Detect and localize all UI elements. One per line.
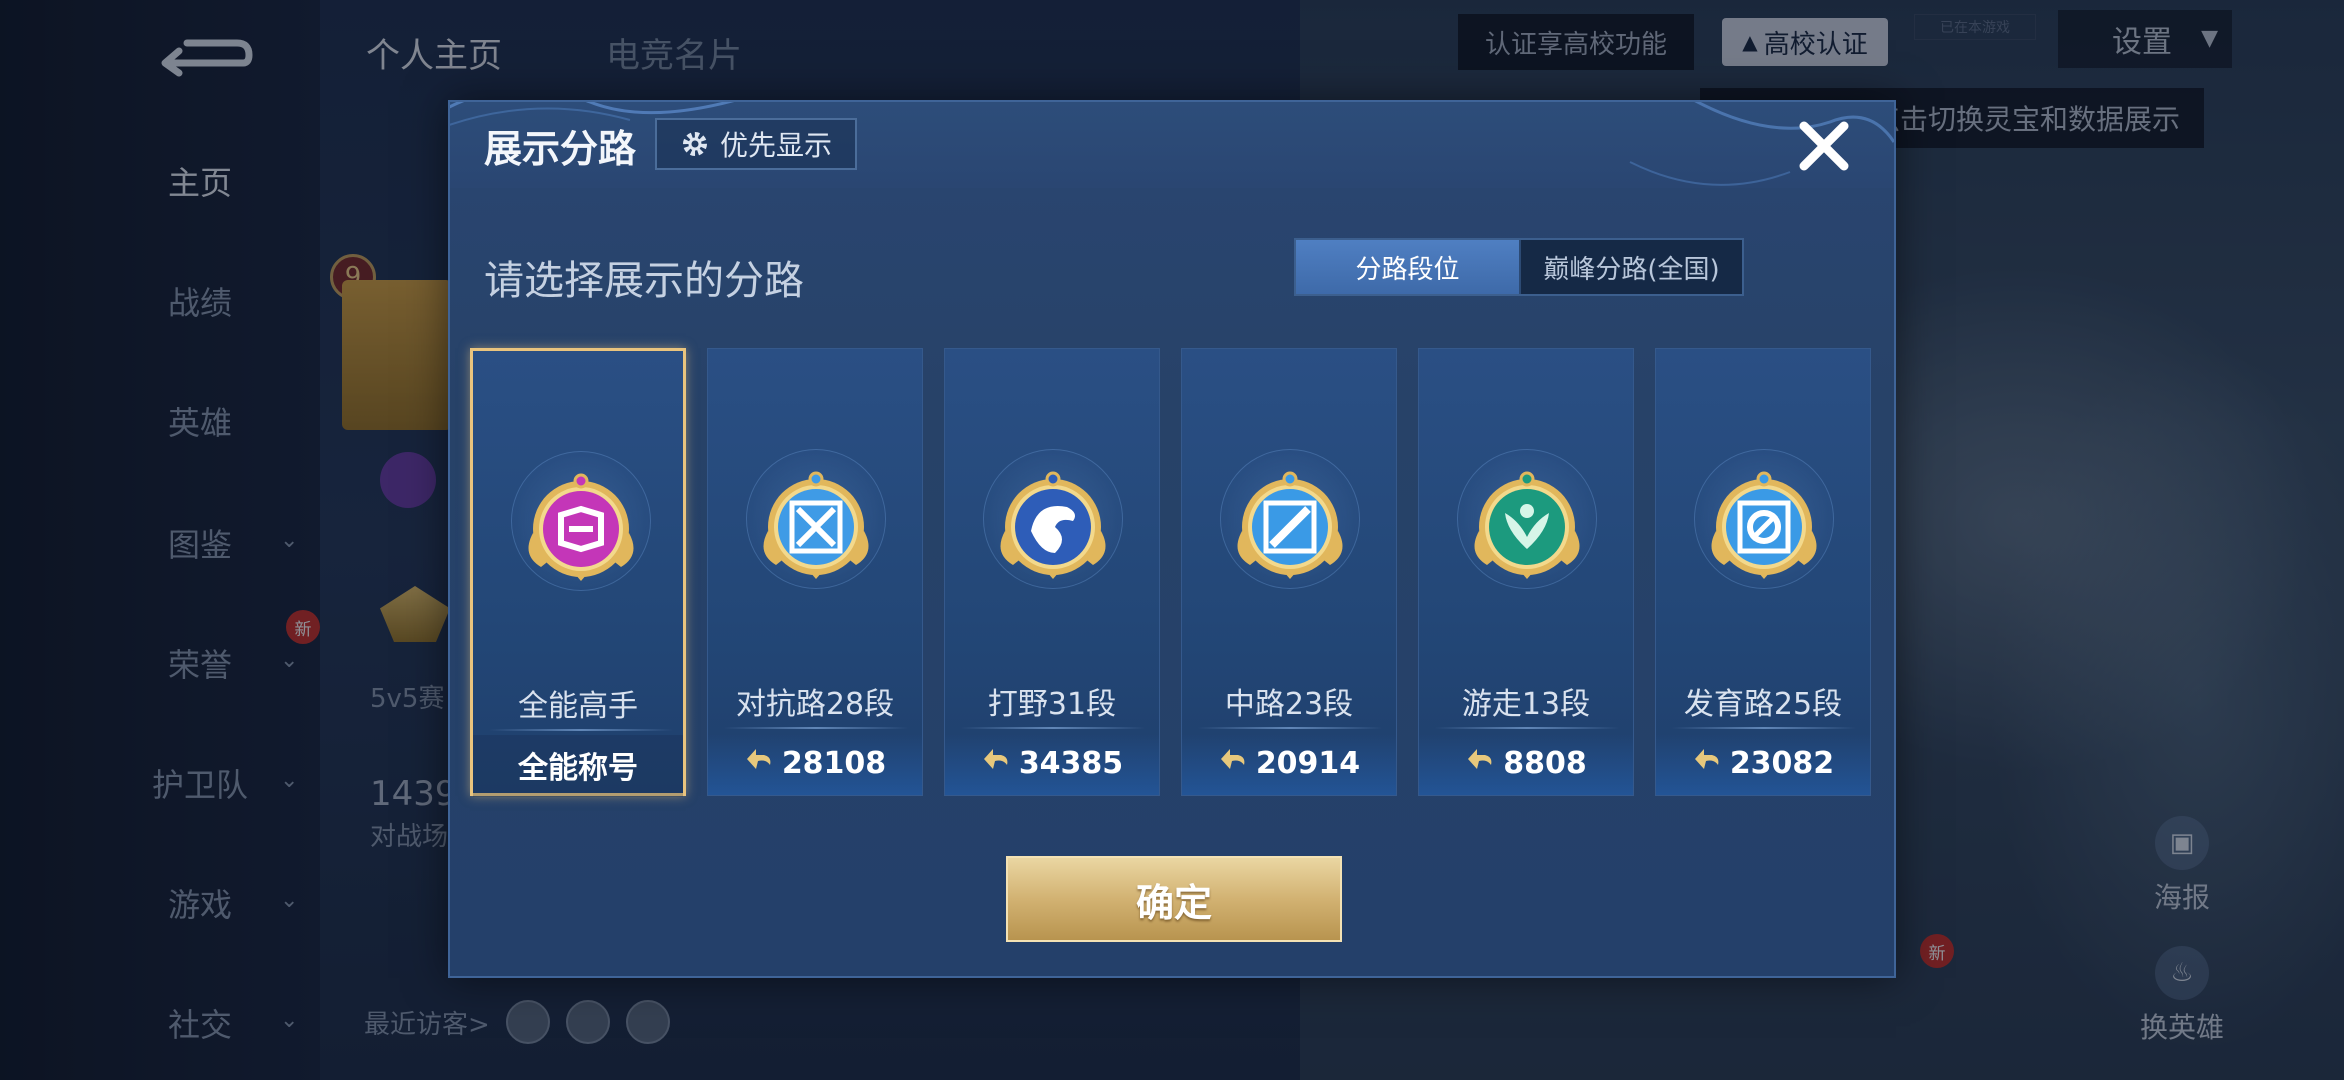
lane-card-value-text: 23082 bbox=[1729, 745, 1835, 781]
lane-card-name: 对抗路28段 bbox=[735, 687, 895, 722]
card-divider bbox=[1672, 727, 1856, 729]
card-divider bbox=[724, 727, 908, 729]
lane-card-value-text: 34385 bbox=[1018, 745, 1124, 781]
rank-score-icon bbox=[981, 745, 1011, 781]
roam-emblem-icon bbox=[1457, 461, 1597, 601]
lane-card-value: 8808 bbox=[1419, 743, 1633, 783]
card-divider bbox=[961, 727, 1145, 729]
mid-lane-emblem-icon bbox=[1220, 461, 1360, 601]
farm-lane-emblem-icon bbox=[1694, 461, 1834, 601]
rank-score-icon bbox=[1465, 745, 1495, 781]
lane-card[interactable]: 中路23段 20914 bbox=[1181, 348, 1397, 796]
lane-card[interactable]: 游走13段 8808 bbox=[1418, 348, 1634, 796]
confirm-button[interactable]: 确定 bbox=[1006, 856, 1342, 942]
jungle-emblem-icon bbox=[983, 461, 1123, 601]
close-icon bbox=[1799, 121, 1849, 171]
lane-view-toggle: 分路段位 巅峰分路(全国) bbox=[1294, 238, 1744, 296]
lane-card-value-text: 20914 bbox=[1255, 745, 1361, 781]
lane-card-name: 中路23段 bbox=[1224, 687, 1354, 722]
modal-subtitle: 请选择展示的分路 bbox=[484, 258, 804, 304]
gear-icon bbox=[682, 132, 707, 156]
tab-peak-lane[interactable]: 巅峰分路(全国) bbox=[1519, 240, 1742, 294]
close-button[interactable] bbox=[1794, 116, 1854, 176]
lane-card-value: 20914 bbox=[1182, 743, 1396, 783]
lane-card-value: 23082 bbox=[1656, 743, 1870, 783]
lane-card-name: 发育路25段 bbox=[1683, 687, 1843, 722]
modal-title: 展示分路 bbox=[484, 127, 637, 171]
lane-card-value-text: 8808 bbox=[1503, 745, 1587, 781]
allround-emblem-icon bbox=[511, 463, 651, 603]
lane-card-value: 28108 bbox=[708, 743, 922, 783]
lane-card[interactable]: 对抗路28段 28108 bbox=[707, 348, 923, 796]
lane-card-list: 全能高手 全能称号 对抗路28段 28108 打野31段 34385 中路23段 20914 游… bbox=[470, 348, 1880, 798]
lane-card-value: 34385 bbox=[945, 743, 1159, 783]
lane-card-name: 打野31段 bbox=[987, 687, 1117, 722]
card-divider bbox=[489, 729, 673, 731]
lane-card[interactable]: 打野31段 34385 bbox=[944, 348, 1160, 796]
lane-card-value-text: 28108 bbox=[781, 745, 887, 781]
lane-card-value-text: 全能称号 bbox=[518, 751, 638, 786]
lane-card-name: 全能高手 bbox=[518, 689, 638, 724]
clash-lane-emblem-icon bbox=[746, 461, 886, 601]
lane-display-modal: 展示分路 优先显示 请选择展示的分路 分路段位 巅峰分路(全国) 全能高手全能称号… bbox=[448, 100, 1896, 978]
rank-score-icon bbox=[1692, 745, 1722, 781]
priority-display-button[interactable]: 优先显示 bbox=[655, 118, 857, 170]
tab-lane-rank[interactable]: 分路段位 bbox=[1296, 240, 1519, 294]
lane-card[interactable]: 全能高手 全能称号 bbox=[470, 348, 686, 797]
rank-score-icon bbox=[1218, 745, 1248, 781]
lane-card-value: 全能称号 bbox=[473, 745, 683, 786]
card-divider bbox=[1435, 727, 1619, 729]
card-divider bbox=[1198, 727, 1382, 729]
lane-card-name: 游走13段 bbox=[1461, 687, 1591, 722]
rank-score-icon bbox=[744, 745, 774, 781]
priority-display-label: 优先显示 bbox=[719, 129, 832, 162]
lane-card[interactable]: 发育路25段 23082 bbox=[1655, 348, 1871, 796]
